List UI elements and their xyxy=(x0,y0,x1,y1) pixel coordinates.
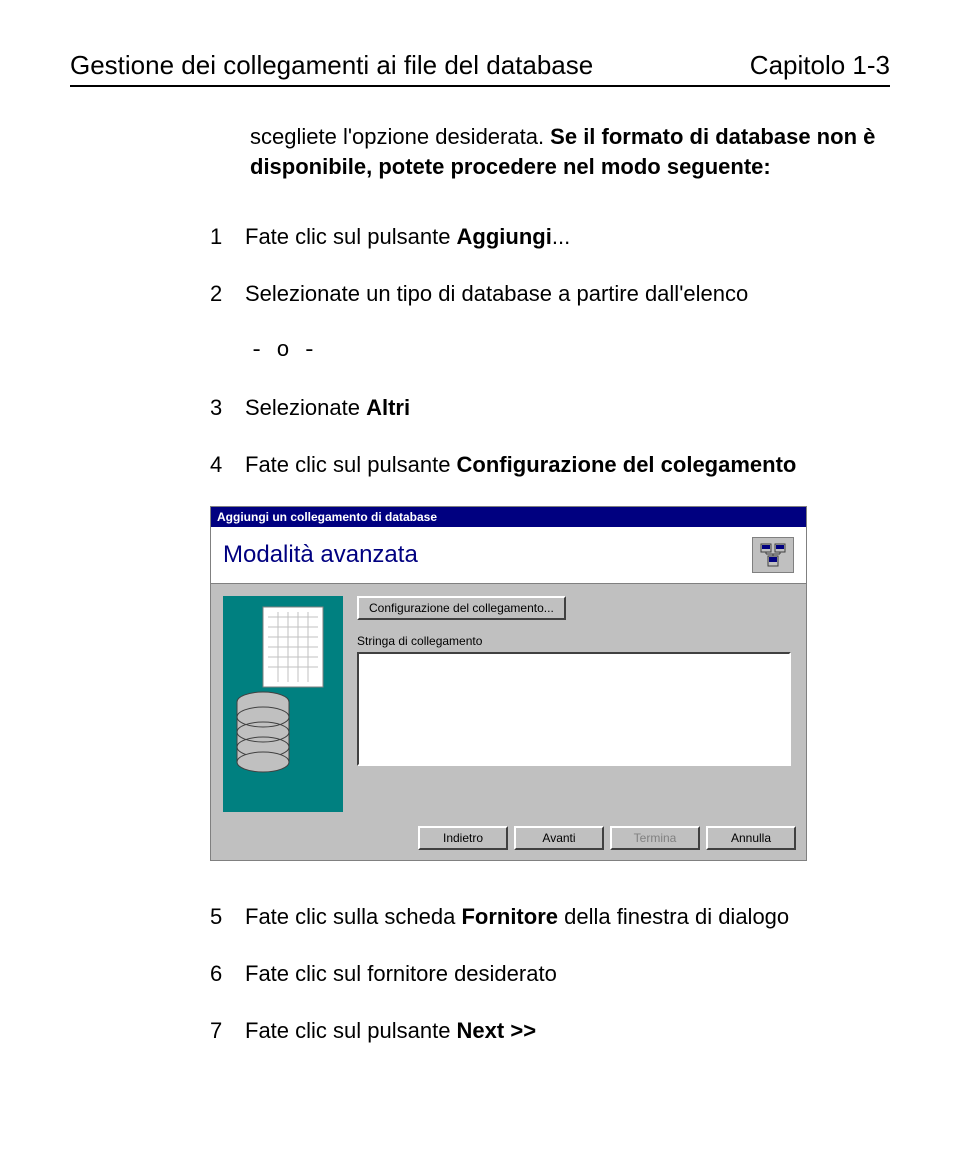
step-2: 2 Selezionate un tipo di database a part… xyxy=(210,278,890,310)
intro-pre: scegliete l'opzione desiderata. xyxy=(250,124,550,149)
dialog-body: Configurazione del collegamento... Strin… xyxy=(211,584,806,820)
dialog-button-row: Indietro Avanti Termina Annulla xyxy=(211,820,806,860)
step-3: 3 Selezionate Altri xyxy=(210,392,890,424)
step-text: Fate clic sul pulsante Aggiungi... xyxy=(245,221,890,253)
connection-string-input[interactable] xyxy=(357,652,791,766)
page-header: Gestione dei collegamenti ai file del da… xyxy=(70,50,890,87)
step-5: 5 Fate clic sulla scheda Fornitore della… xyxy=(210,901,890,933)
dialog-banner: Modalità avanzata xyxy=(211,527,806,584)
steps-list-2: 5 Fate clic sulla scheda Fornitore della… xyxy=(210,901,890,1047)
step-number: 4 xyxy=(210,449,245,481)
step-text: Fate clic sul fornitore desiderato xyxy=(245,958,890,990)
step-text: Fate clic sulla scheda Fornitore della f… xyxy=(245,901,890,933)
back-button[interactable]: Indietro xyxy=(418,826,508,850)
connection-string-label: Stringa di collegamento xyxy=(357,634,794,648)
steps-list: 1 Fate clic sul pulsante Aggiungi... 2 S… xyxy=(210,221,890,480)
next-button[interactable]: Avanti xyxy=(514,826,604,850)
step-text: Fate clic sul pulsante Configurazione de… xyxy=(245,449,890,481)
step-number: 5 xyxy=(210,901,245,933)
step-6: 6 Fate clic sul fornitore desiderato xyxy=(210,958,890,990)
step-4: 4 Fate clic sul pulsante Configurazione … xyxy=(210,449,890,481)
dialog-screenshot: Aggiungi un collegamento di database Mod… xyxy=(210,506,890,861)
step-number: 1 xyxy=(210,221,245,253)
step-text: Fate clic sul pulsante Next >> xyxy=(245,1015,890,1047)
sidebar-illustration xyxy=(223,596,343,812)
step-text: Selezionate un tipo di database a partir… xyxy=(245,278,890,310)
step-1: 1 Fate clic sul pulsante Aggiungi... xyxy=(210,221,890,253)
intro-paragraph: scegliete l'opzione desiderata. Se il fo… xyxy=(250,122,890,181)
step-number: 6 xyxy=(210,958,245,990)
server-icon xyxy=(752,537,794,573)
step-text: Selezionate Altri xyxy=(245,392,890,424)
dialog-right-pane: Configurazione del collegamento... Strin… xyxy=(357,596,794,766)
cancel-button[interactable]: Annulla xyxy=(706,826,796,850)
step-number: 2 xyxy=(210,278,245,310)
or-separator: - o - xyxy=(250,335,890,367)
configure-connection-button[interactable]: Configurazione del collegamento... xyxy=(357,596,566,620)
step-7: 7 Fate clic sul pulsante Next >> xyxy=(210,1015,890,1047)
step-number: 3 xyxy=(210,392,245,424)
step-number: 7 xyxy=(210,1015,245,1047)
dialog-titlebar: Aggiungi un collegamento di database xyxy=(211,507,806,527)
banner-title: Modalità avanzata xyxy=(223,541,418,569)
finish-button: Termina xyxy=(610,826,700,850)
header-right: Capitolo 1-3 xyxy=(750,50,890,81)
add-connection-dialog: Aggiungi un collegamento di database Mod… xyxy=(210,506,807,861)
header-left: Gestione dei collegamenti ai file del da… xyxy=(70,50,593,81)
